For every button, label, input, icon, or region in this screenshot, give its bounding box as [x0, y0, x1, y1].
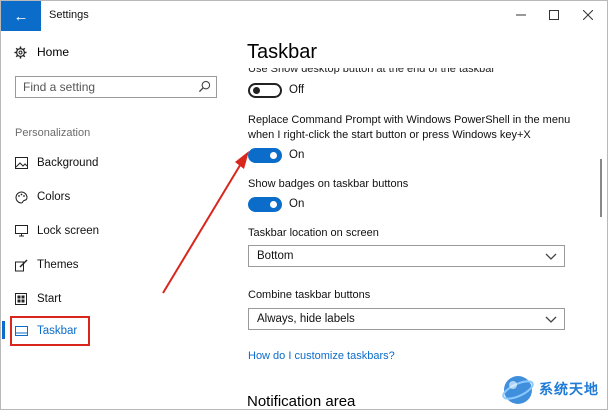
toggle-state-label: On	[289, 149, 305, 161]
selection-indicator	[2, 321, 5, 339]
combine-buttons-dropdown[interactable]: Always, hide labels	[248, 308, 565, 330]
maximize-button[interactable]	[539, 5, 569, 25]
notification-area-heading: Notification area	[247, 393, 356, 410]
gear-icon	[14, 45, 27, 59]
sidebar-item-lock-screen[interactable]: Lock screen	[14, 222, 99, 240]
back-arrow-icon: ←	[13, 7, 29, 25]
picture-icon	[14, 156, 28, 170]
powershell-setting-label: Replace Command Prompt with Windows Powe…	[248, 114, 571, 141]
brush-icon	[14, 258, 28, 272]
home-label: Home	[37, 45, 70, 59]
toggle-knob	[270, 201, 277, 208]
badges-setting-label: Show badges on taskbar buttons	[248, 178, 409, 190]
window-title: Settings	[49, 9, 89, 21]
chevron-down-icon	[545, 316, 557, 323]
toggle-state-label: On	[289, 198, 305, 210]
dropdown-value: Always, hide labels	[257, 313, 355, 325]
sidebar-item-label: Themes	[37, 259, 79, 271]
start-grid-icon	[14, 292, 28, 306]
main-panel: Taskbar Use Show desktop button at the e…	[233, 31, 607, 409]
title-bar: ← Settings	[1, 1, 607, 31]
taskbar-location-dropdown[interactable]: Bottom	[248, 245, 565, 267]
badges-toggle[interactable]	[248, 197, 282, 212]
settings-window: ← Settings Home Find a setting Personali…	[0, 0, 608, 410]
palette-icon	[14, 190, 28, 204]
section-heading: Personalization	[15, 127, 91, 139]
sidebar-item-themes[interactable]: Themes	[14, 256, 79, 274]
help-link[interactable]: How do I customize taskbars?	[248, 350, 395, 362]
page-title: Taskbar	[247, 41, 318, 63]
combine-buttons-label: Combine taskbar buttons	[248, 289, 371, 301]
back-button[interactable]: ←	[1, 1, 41, 31]
sidebar-item-label: Lock screen	[37, 225, 100, 237]
sidebar-item-label: Start	[37, 293, 62, 305]
sidebar-item-background[interactable]: Background	[14, 154, 98, 172]
sidebar: Home Personalization Background Colors	[1, 31, 233, 409]
show-desktop-toggle[interactable]	[248, 83, 282, 98]
dropdown-value: Bottom	[257, 250, 294, 262]
close-button[interactable]	[573, 5, 603, 25]
search-icon[interactable]	[198, 80, 211, 93]
clipped-setting-text: Use Show desktop button at the end of th…	[248, 68, 496, 74]
sidebar-item-start[interactable]: Start	[14, 290, 61, 308]
sidebar-item-label: Colors	[37, 191, 71, 203]
home-link[interactable]: Home	[14, 45, 69, 59]
minimize-icon	[516, 14, 526, 16]
toggle-knob	[270, 152, 277, 159]
monitor-icon	[14, 224, 28, 238]
minimize-button[interactable]	[506, 5, 536, 25]
sidebar-item-label: Background	[37, 157, 99, 169]
chevron-down-icon	[545, 253, 557, 260]
toggle-state-label: Off	[289, 84, 305, 96]
watermark-text: 系统天地	[539, 381, 599, 397]
close-icon	[583, 10, 593, 20]
search-box[interactable]	[15, 76, 217, 98]
annotation-highlight-box	[10, 316, 90, 346]
search-input[interactable]	[16, 77, 193, 97]
sidebar-item-colors[interactable]: Colors	[14, 188, 70, 206]
powershell-toggle[interactable]	[248, 148, 282, 163]
globe-logo-icon	[502, 376, 534, 404]
taskbar-location-label: Taskbar location on screen	[248, 227, 379, 239]
watermark-logo: 系统天地	[501, 373, 607, 409]
scrollbar[interactable]	[600, 159, 602, 217]
toggle-knob	[253, 87, 260, 94]
maximize-icon	[549, 10, 559, 20]
